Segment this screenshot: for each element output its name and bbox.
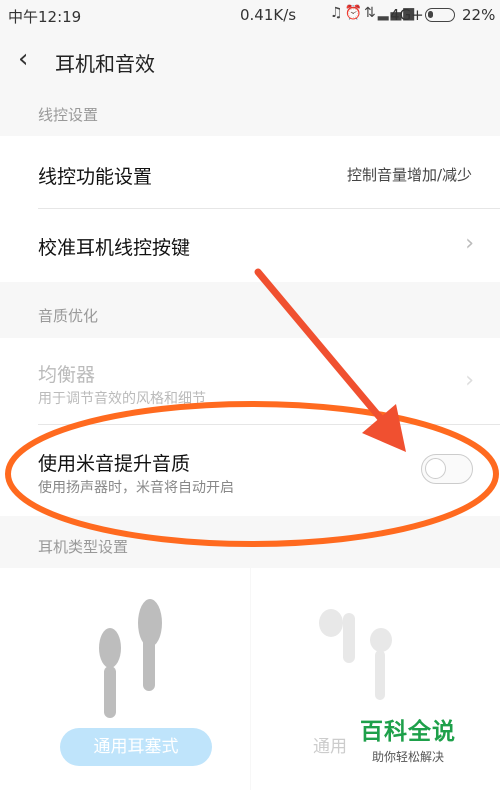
status-battery-percent: 22%: [462, 6, 496, 24]
row-calibrate[interactable]: 校准耳机线控按键 ›: [0, 209, 500, 282]
in-ear-icon: [319, 609, 392, 700]
chevron-right-icon: ›: [465, 368, 474, 393]
row-wire-function[interactable]: 线控功能设置 控制音量增加/减少: [0, 136, 500, 208]
section-label-earphone-type: 耳机类型设置: [38, 538, 129, 556]
section-label-quality: 音质优化: [38, 307, 99, 325]
mi-sound-toggle[interactable]: [421, 454, 473, 484]
app-header: ‹ 耳机和音效: [0, 32, 500, 90]
vibrate-icon: ⇅: [364, 5, 378, 21]
row-equalizer[interactable]: 均衡器 用于调节音效的风格和细节 ›: [0, 338, 500, 424]
row-wire-function-label: 线控功能设置: [38, 166, 153, 188]
watermark: 百科全说 助你轻松解决: [360, 712, 456, 765]
section-label-wire-control: 线控设置: [38, 106, 99, 124]
row-mi-sound-label: 使用米音提升音质: [38, 453, 191, 475]
watermark-subtitle: 助你轻松解决: [372, 750, 445, 764]
watermark-title: 百科全说: [360, 719, 456, 745]
earphone-type-label-1: 通用耳塞式: [60, 728, 212, 766]
row-calibrate-label: 校准耳机线控按键: [38, 237, 191, 259]
wire-control-card: 线控功能设置 控制音量增加/减少 校准耳机线控按键 ›: [0, 136, 500, 282]
status-network-type: 4G+: [390, 6, 424, 24]
battery-icon: [425, 8, 455, 22]
toggle-knob: [425, 458, 446, 479]
earbud-icon: [99, 599, 162, 718]
row-mi-sound-sub: 使用扬声器时，米音将自动开启: [38, 480, 234, 496]
page-title: 耳机和音效: [55, 52, 155, 76]
back-icon[interactable]: ‹: [18, 44, 28, 74]
chevron-right-icon: ›: [465, 231, 474, 256]
quality-card: 均衡器 用于调节音效的风格和细节 › 使用米音提升音质 使用扬声器时，米音将自动…: [0, 338, 500, 516]
battery-level: [428, 11, 433, 18]
status-time: 中午12:19: [8, 8, 82, 26]
alarm-off-icon: ⏰: [344, 5, 364, 21]
earphone-type-label-2: 通用: [313, 737, 347, 757]
row-equalizer-label: 均衡器: [38, 364, 96, 386]
row-wire-function-value: 控制音量增加/减少: [346, 166, 472, 184]
row-equalizer-sub: 用于调节音效的风格和细节: [38, 391, 206, 407]
status-bar: 中午12:19 0.41K/s ♫⏰⇅▂▄▆ 4G+ 22%: [0, 0, 500, 32]
headset-icon: ♫: [330, 5, 345, 21]
status-net-speed: 0.41K/s: [240, 6, 297, 24]
earphone-type-option-1[interactable]: 通用耳塞式: [0, 568, 250, 790]
